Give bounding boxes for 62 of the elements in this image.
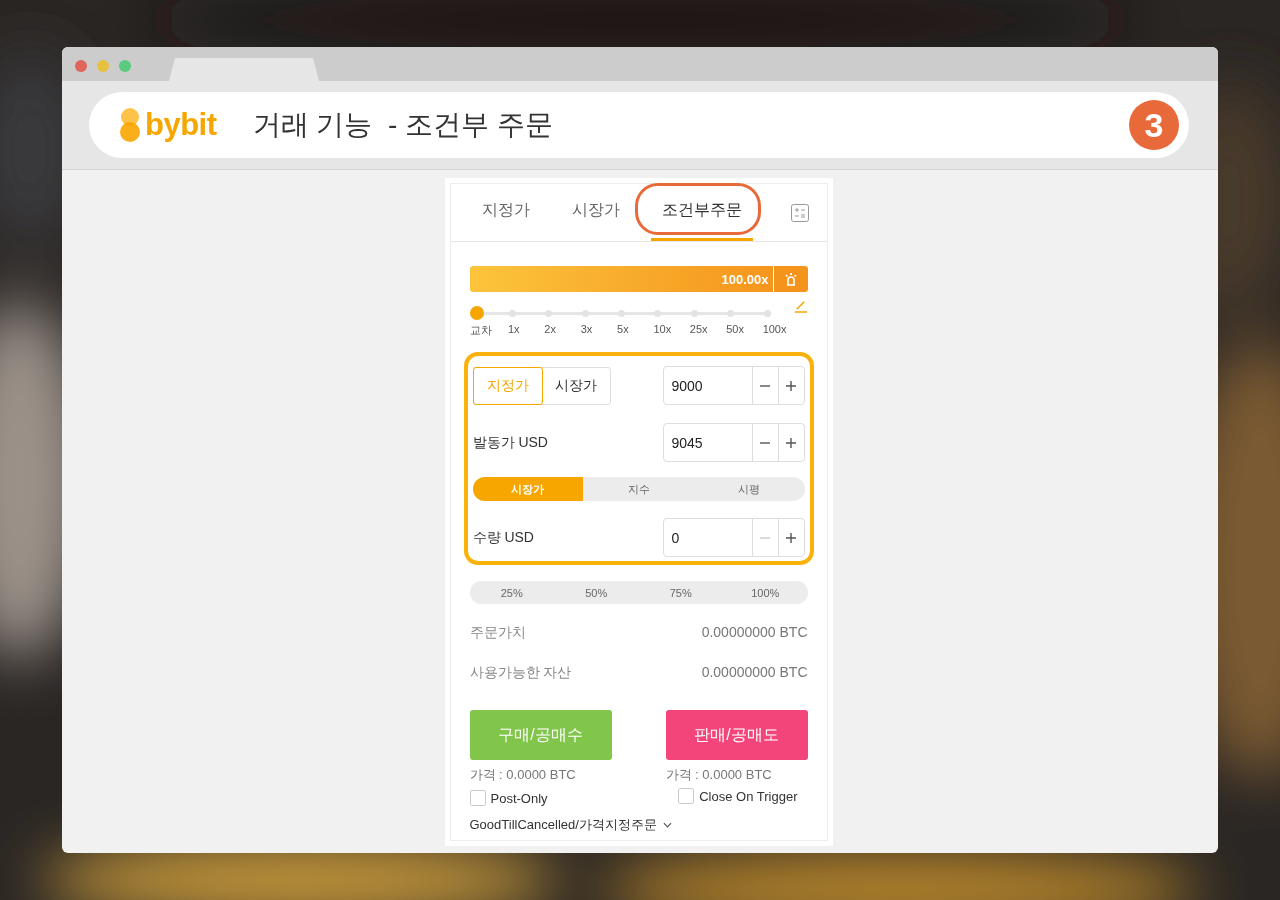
field-label: 발동가 USD xyxy=(472,433,548,452)
browser-tab[interactable] xyxy=(169,58,319,81)
alarm-button[interactable] xyxy=(772,266,808,292)
order-tab[interactable]: 조건부주문 xyxy=(650,200,753,241)
maximize-button[interactable] xyxy=(119,60,131,72)
slider-stop[interactable] xyxy=(727,310,735,317)
stat-label: 주문가치 xyxy=(469,624,526,642)
percentage-option[interactable]: 100% xyxy=(723,581,808,604)
leverage-mark-label: 교차 xyxy=(469,323,492,338)
order-tab[interactable]: 지정가 xyxy=(470,200,541,241)
leverage-reading: 100.00x xyxy=(721,271,770,287)
leverage-mark-label: 5x xyxy=(617,323,629,335)
checkbox-label: Close On Trigger xyxy=(699,788,798,804)
trigger-source-option[interactable]: 지수 xyxy=(583,477,694,501)
number-field[interactable]: 0 xyxy=(662,518,805,557)
price-text: 가격 : 0.0000 BTC xyxy=(665,766,773,784)
stat-value: 0.00000000 BTC xyxy=(701,664,808,682)
logo-icon xyxy=(117,106,143,144)
pencil-icon[interactable] xyxy=(792,298,808,313)
time-in-force-dropdown[interactable]: GoodTillCancelled/가격지정주문 xyxy=(469,816,657,834)
number-field[interactable]: 9045 xyxy=(662,423,805,462)
logo-text: bybit xyxy=(145,107,217,143)
slider-stop[interactable] xyxy=(654,310,662,317)
slider-stop[interactable] xyxy=(581,310,589,317)
field-label: 수량 USD xyxy=(472,528,534,547)
step-badge: 3 xyxy=(1129,100,1179,150)
number-field[interactable]: 9000 xyxy=(662,366,805,405)
stat-value: 0.00000000 BTC xyxy=(701,624,808,642)
price-type-toggle[interactable]: 시장가 xyxy=(541,367,610,404)
checkbox-label: Post-Only xyxy=(490,790,548,806)
slider-stop[interactable] xyxy=(618,310,626,317)
leverage-mark-label: 25x xyxy=(689,323,708,335)
slider-thumb[interactable] xyxy=(469,306,484,320)
stat-label: 사용가능한 자산 xyxy=(469,664,572,682)
percentage-option[interactable]: 25% xyxy=(469,581,554,604)
page-title: 거래 기능 - 조건부 주문 xyxy=(252,108,554,142)
trigger-source-option[interactable]: 시평 xyxy=(693,477,805,501)
checkbox[interactable] xyxy=(678,788,695,804)
leverage-mark-label: 1x xyxy=(507,323,520,335)
leverage-mark-label: 10x xyxy=(653,323,672,335)
chevron-down-icon[interactable] xyxy=(662,822,672,828)
minimize-button[interactable] xyxy=(97,60,109,72)
order-tab[interactable]: 시장가 xyxy=(560,200,631,241)
alarm-icon xyxy=(783,272,798,286)
slider-stop[interactable] xyxy=(690,310,698,317)
checkbox[interactable] xyxy=(469,790,486,806)
close-button[interactable] xyxy=(75,60,87,72)
price-text: 가격 : 0.0000 BTC xyxy=(469,766,577,784)
leverage-mark-label: 50x xyxy=(726,323,744,335)
sell-button[interactable]: 판매/공매도 xyxy=(665,710,808,760)
percentage-option[interactable]: 75% xyxy=(638,581,723,604)
percentage-option[interactable]: 50% xyxy=(554,581,639,604)
leverage-mark-label: 3x xyxy=(580,323,593,335)
slider-stop[interactable] xyxy=(545,310,553,317)
slider-stop[interactable] xyxy=(763,310,771,317)
calculator-icon[interactable] xyxy=(790,204,809,222)
leverage-mark-label: 2x xyxy=(544,323,556,335)
leverage-mark-label: 100x xyxy=(762,323,787,335)
plus-icon[interactable] xyxy=(785,531,797,544)
slider-stop[interactable] xyxy=(508,310,516,317)
plus-icon[interactable] xyxy=(785,436,797,449)
plus-icon[interactable] xyxy=(785,379,797,392)
